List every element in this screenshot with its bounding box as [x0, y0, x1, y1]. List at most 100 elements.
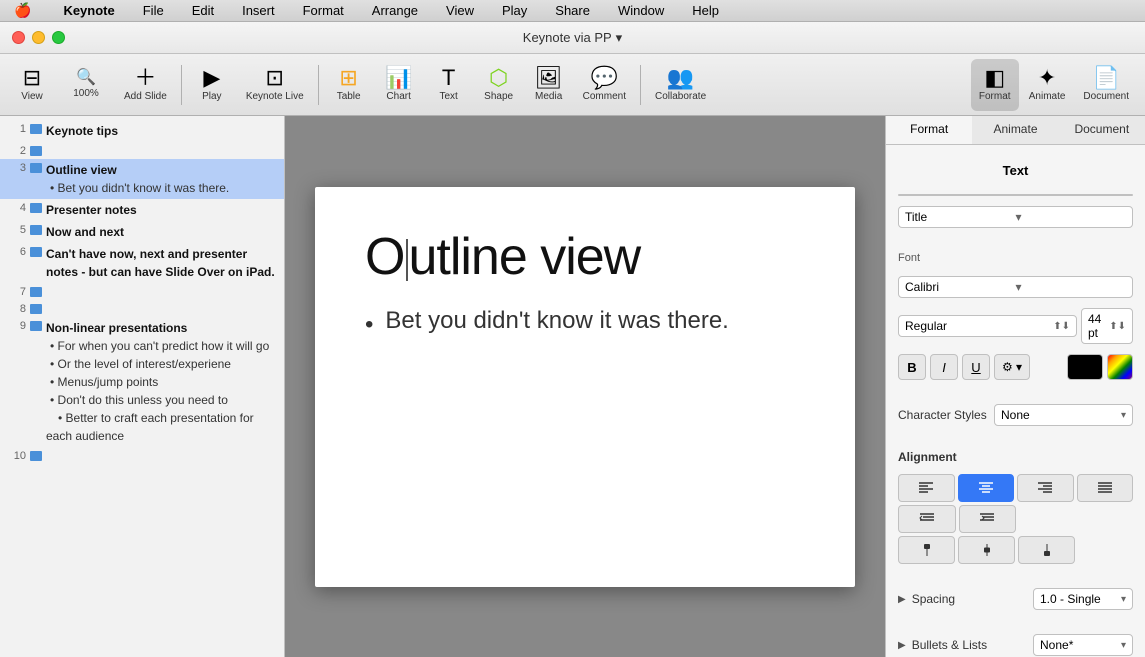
- slide-item-7[interactable]: 7: [0, 283, 284, 300]
- table-button[interactable]: ⊞ Table: [325, 59, 373, 111]
- title-bar: Keynote via PP ▾: [0, 22, 1145, 54]
- app-name-menu[interactable]: Keynote: [57, 2, 120, 19]
- spacing-arrow-icon: ▾: [1121, 594, 1126, 605]
- slide-item-9[interactable]: 9 Non-linear presentations • For when yo…: [0, 317, 284, 447]
- alignment-label: Alignment: [898, 450, 1133, 464]
- tab-animate[interactable]: Animate: [972, 116, 1058, 144]
- tab-format[interactable]: Format: [886, 116, 972, 144]
- spacing-expand-arrow[interactable]: ▶: [898, 594, 906, 605]
- slide-num-5: 5: [8, 223, 26, 236]
- play-icon: ▶: [203, 67, 220, 89]
- fullscreen-button[interactable]: [52, 31, 65, 44]
- arrange-menu[interactable]: Arrange: [366, 2, 424, 19]
- text-label: Text: [439, 91, 457, 102]
- slide-item-5[interactable]: 5 Now and next: [0, 221, 284, 243]
- media-icon: 🖼: [535, 67, 563, 89]
- view-button[interactable]: ⊟ View: [8, 59, 56, 111]
- char-styles-selector[interactable]: None ▾: [994, 404, 1133, 426]
- shape-button[interactable]: ⬡ Shape: [475, 59, 523, 111]
- font-size-input[interactable]: 44 pt ⬆⬇: [1081, 308, 1133, 344]
- comment-button[interactable]: 💬 Comment: [575, 59, 634, 111]
- align-center-button[interactable]: [958, 474, 1015, 502]
- view-menu[interactable]: View: [440, 2, 480, 19]
- format-menu[interactable]: Format: [297, 2, 350, 19]
- collaborate-icon: 👥: [667, 67, 694, 89]
- color-palette-button[interactable]: [1107, 354, 1133, 380]
- format-panel-button[interactable]: ◧ Format: [971, 59, 1019, 111]
- align-right-button[interactable]: [1017, 474, 1074, 502]
- share-menu[interactable]: Share: [549, 2, 596, 19]
- tab-document[interactable]: Document: [1059, 116, 1145, 144]
- bold-button[interactable]: B: [898, 354, 926, 380]
- add-slide-button[interactable]: ＋ Add Slide: [116, 59, 175, 111]
- media-button[interactable]: 🖼 Media: [525, 59, 573, 111]
- slide-item-4[interactable]: 4 Presenter notes: [0, 199, 284, 221]
- bullets-expand-arrow[interactable]: ▶: [898, 640, 906, 651]
- text-options-button[interactable]: ⚙ ▾: [994, 354, 1030, 380]
- minimize-button[interactable]: [32, 31, 45, 44]
- slide-canvas-area[interactable]: Outline view • Bet you didn't know it wa…: [285, 116, 885, 657]
- bullets-row: ▶ Bullets & Lists None* ▾: [898, 634, 1133, 656]
- table-label: Table: [337, 91, 361, 102]
- font-family-selector[interactable]: Calibri ▾: [898, 276, 1133, 298]
- spacing-selector[interactable]: 1.0 - Single ▾: [1033, 588, 1133, 610]
- indent-decrease-button[interactable]: [898, 505, 956, 533]
- window-menu[interactable]: Window: [612, 2, 670, 19]
- indent-increase-button[interactable]: [959, 505, 1017, 533]
- text-button[interactable]: T Text: [425, 59, 473, 111]
- align-justify-button[interactable]: [1077, 474, 1134, 502]
- slide-text-4: Presenter notes: [46, 201, 276, 219]
- keynote-live-icon: ⊡: [266, 67, 284, 89]
- style-tab-button[interactable]: Style: [899, 195, 1016, 196]
- align-left-button[interactable]: [898, 474, 955, 502]
- zoom-button[interactable]: 🔍 100%: [58, 59, 114, 111]
- document-button[interactable]: 📄 Document: [1075, 59, 1137, 111]
- font-style-selector[interactable]: Regular ⬆⬇: [898, 315, 1077, 337]
- play-button[interactable]: ▶ Play: [188, 59, 236, 111]
- keynote-live-button[interactable]: ⊡ Keynote Live: [238, 59, 312, 111]
- character-styles-row: Character Styles None ▾: [898, 404, 1133, 426]
- slide-item-6[interactable]: 6 Can't have now, next and presenter not…: [0, 243, 284, 283]
- text-color-swatch[interactable]: [1067, 354, 1103, 380]
- vertical-top-button[interactable]: [898, 536, 955, 564]
- bullets-label: Bullets & Lists: [912, 638, 1027, 652]
- slide-item-1[interactable]: 1 Keynote tips: [0, 120, 284, 142]
- underline-button[interactable]: U: [962, 354, 990, 380]
- collaborate-button[interactable]: 👥 Collaborate: [647, 59, 714, 111]
- layout-tab-button[interactable]: Layout: [1016, 195, 1133, 196]
- slide-num-2: 2: [8, 144, 26, 157]
- chart-button[interactable]: 📊 Chart: [375, 59, 423, 111]
- slide-item-10[interactable]: 10: [0, 447, 284, 464]
- comment-label: Comment: [583, 91, 626, 102]
- italic-button[interactable]: I: [930, 354, 958, 380]
- help-menu[interactable]: Help: [686, 2, 725, 19]
- slide-canvas[interactable]: Outline view • Bet you didn't know it wa…: [315, 187, 855, 587]
- title-style-selector[interactable]: Title ▾: [898, 206, 1133, 228]
- bullet-dot: •: [365, 311, 373, 339]
- play-menu[interactable]: Play: [496, 2, 533, 19]
- vertical-bottom-button[interactable]: [1018, 536, 1075, 564]
- align-spacer2: [1078, 505, 1134, 533]
- insert-menu[interactable]: Insert: [236, 2, 281, 19]
- bullets-selector[interactable]: None* ▾: [1033, 634, 1133, 656]
- animate-button[interactable]: ✦ Animate: [1021, 59, 1074, 111]
- title-chevron[interactable]: ▾: [616, 30, 623, 46]
- document-icon: 📄: [1093, 67, 1120, 89]
- slide-title[interactable]: Outline view: [365, 227, 805, 287]
- slide-item-3[interactable]: 3 Outline view • Bet you didn't know it …: [0, 159, 284, 199]
- slide-item-2[interactable]: 2: [0, 142, 284, 159]
- apple-menu[interactable]: 🍎: [8, 1, 37, 20]
- slide-thumb-10: [30, 451, 42, 461]
- media-label: Media: [535, 91, 562, 102]
- edit-menu[interactable]: Edit: [186, 2, 220, 19]
- panel-content: Text Style Layout Title ▾ Font Calibri ▾: [886, 145, 1145, 657]
- bullets-value: None*: [1040, 638, 1073, 652]
- file-menu[interactable]: File: [137, 2, 170, 19]
- slide-thumb-2: [30, 146, 42, 156]
- close-button[interactable]: [12, 31, 25, 44]
- slide-thumb-3: [30, 163, 42, 173]
- vertical-middle-button[interactable]: [958, 536, 1015, 564]
- slide-item-8[interactable]: 8: [0, 300, 284, 317]
- view-icon: ⊟: [23, 67, 41, 89]
- align-spacer: [1019, 505, 1075, 533]
